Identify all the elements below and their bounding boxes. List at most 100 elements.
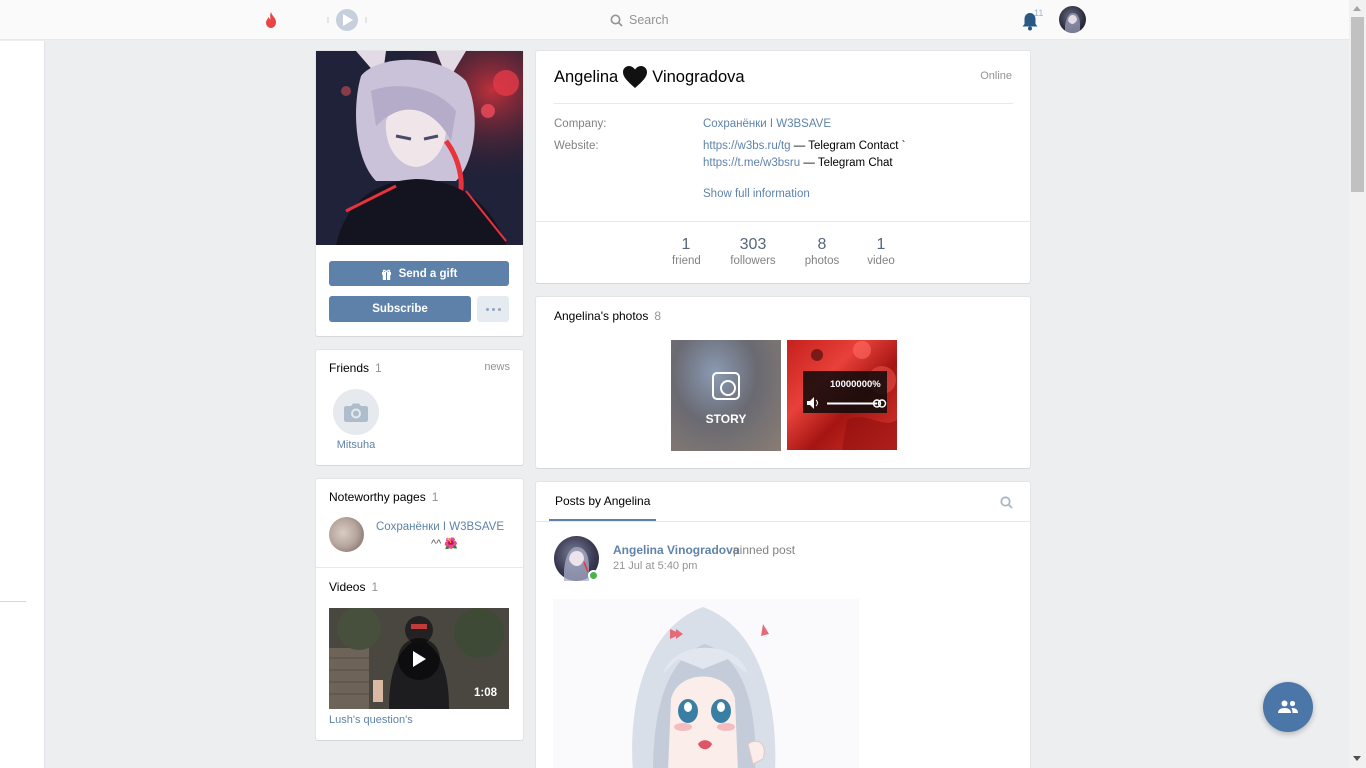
videos-counter[interactable]: 1 video (864, 236, 898, 267)
friends-counter[interactable]: 1 friend (672, 236, 701, 267)
counter-label: video (867, 255, 895, 267)
page-subtitle: ^^ 🌺 (431, 538, 459, 550)
posts-tab[interactable]: Posts by Angelina (549, 482, 657, 521)
posts-card: Posts by Angelina Angelina Vinogradova p… (536, 482, 1030, 768)
subscribe-button[interactable]: Subscribe (329, 296, 471, 322)
post-image-illustration (553, 599, 859, 768)
profile-photo-image (316, 51, 523, 245)
profile-first-name: Angelina (554, 67, 619, 86)
more-actions-button[interactable] (477, 296, 509, 322)
noteworthy-pages-title: Noteworthy pages (329, 490, 426, 504)
counter-label: friend (672, 255, 701, 267)
company-link[interactable]: Сохранёнки I W3BSAVE (703, 118, 831, 130)
video-duration: 1:08 (473, 687, 497, 699)
counter-value: 1 (681, 236, 691, 253)
audio-player-icon[interactable] (320, 7, 376, 33)
subscribe-label: Subscribe (372, 303, 428, 315)
sidebar-divider (0, 601, 26, 602)
noteworthy-pages-count: 1 (431, 490, 439, 504)
photos-title: Angelina's photos (554, 309, 649, 323)
counter-value: 8 (817, 236, 827, 253)
page-avatar[interactable] (329, 517, 364, 552)
followers-counter[interactable]: 303 followers (726, 236, 780, 267)
left-sidebar (0, 41, 45, 768)
scroll-up-arrow-icon[interactable] (1353, 6, 1361, 11)
website-row-1: https://w3bs.ru/tg — Telegram Contact ` (703, 140, 905, 152)
people-icon (1278, 700, 1298, 713)
user-avatar-image (1065, 13, 1080, 33)
friends-chat-fab-button[interactable] (1263, 682, 1313, 732)
friend-avatar[interactable] (333, 389, 379, 435)
scrollbar-thumb[interactable] (1351, 17, 1364, 192)
counter-value: 1 (876, 236, 886, 253)
search-box[interactable]: Search (610, 10, 669, 30)
post-image[interactable] (553, 599, 859, 768)
counter-label: photos (804, 255, 840, 267)
photo-tile[interactable]: 10000000% (787, 340, 897, 450)
show-full-information-link[interactable]: Show full information (703, 188, 810, 200)
friends-news-link[interactable]: news (484, 361, 510, 373)
counter-label: followers (730, 255, 776, 267)
fire-icon[interactable] (263, 11, 279, 29)
photos-header[interactable]: Angelina's photos 8 (554, 309, 661, 323)
send-gift-label: Send a gift (398, 267, 458, 280)
post-author-link[interactable]: Angelina Vinogradova (613, 543, 739, 557)
gift-icon (381, 269, 391, 280)
website-label: Website: (554, 140, 599, 152)
photos-card: Angelina's photos 8 STORY 10000000% (536, 297, 1030, 468)
notifications-count-badge: 11 (1034, 8, 1044, 18)
counter-value: 303 (739, 236, 767, 253)
camera-icon (344, 403, 368, 422)
pinned-post-label: pinned post (733, 543, 796, 557)
search-icon (610, 14, 623, 27)
section-divider (316, 567, 523, 568)
video-title-link[interactable]: Lush's question's (329, 714, 413, 726)
top-navigation-bar: Search 11 (0, 0, 1349, 40)
friends-header[interactable]: Friends 1 (329, 361, 382, 375)
company-value[interactable]: Сохранёнки I W3BSAVE (703, 118, 831, 130)
noteworthy-pages-header[interactable]: Noteworthy pages 1 (329, 490, 438, 504)
website-link[interactable]: https://t.me/w3bsru (703, 157, 800, 169)
videos-header[interactable]: Videos 1 (329, 580, 378, 594)
story-tile[interactable]: STORY (671, 340, 781, 451)
post-date-link[interactable]: 21 Jul at 5:40 pm (613, 560, 697, 572)
page-name-link[interactable]: Сохранёнки I W3BSAVE (376, 521, 504, 533)
posts-header-divider (536, 521, 1030, 522)
user-avatar-menu[interactable] (1059, 6, 1086, 33)
volume-slider-icon (807, 397, 887, 409)
more-dot-icon (497, 307, 501, 311)
volume-overlay[interactable]: 10000000% (803, 371, 887, 413)
website-link[interactable]: https://w3bs.ru/tg (703, 140, 791, 152)
more-dot-icon (485, 307, 489, 311)
play-icon (413, 651, 426, 667)
more-dot-icon (491, 307, 495, 311)
posts-search-icon[interactable] (1000, 496, 1013, 509)
profile-photo[interactable] (316, 51, 523, 245)
videos-count: 1 (371, 580, 379, 594)
story-label: STORY (705, 412, 747, 426)
company-label: Company: (554, 118, 607, 130)
send-gift-button[interactable]: Send a gift (329, 261, 509, 286)
video-thumbnail[interactable]: 1:08 (329, 608, 509, 709)
website-row-2: https://t.me/w3bsru — Telegram Chat (703, 157, 893, 169)
search-label: Search (629, 13, 669, 27)
friends-count: 1 (375, 361, 382, 375)
photos-count: 8 (654, 309, 662, 323)
video-play-button[interactable] (398, 638, 440, 680)
profile-name: Angelina Vinogradova (554, 65, 745, 89)
website-desc: — Telegram Contact ` (790, 140, 906, 152)
friend-name[interactable]: Mitsuha (316, 439, 396, 451)
black-heart-icon (623, 66, 648, 88)
counters-divider (536, 221, 1030, 222)
videos-title: Videos (329, 580, 366, 594)
online-status: Online (980, 70, 1012, 82)
photos-counter[interactable]: 8 photos (802, 236, 842, 267)
scroll-down-arrow-icon[interactable] (1353, 756, 1361, 761)
profile-info-card: Angelina Vinogradova Online Company: Сох… (536, 51, 1030, 283)
website-desc: — Telegram Chat (800, 157, 893, 169)
friends-title: Friends (329, 361, 370, 375)
noteworthy-pages-card: Noteworthy pages 1 Сохранёнки I W3BSAVE ^… (316, 479, 523, 740)
page-scrollbar[interactable] (1349, 0, 1366, 768)
profile-last-name: Vinogradova (652, 67, 745, 86)
friends-card: Friends 1 news Mitsuha (316, 350, 523, 465)
